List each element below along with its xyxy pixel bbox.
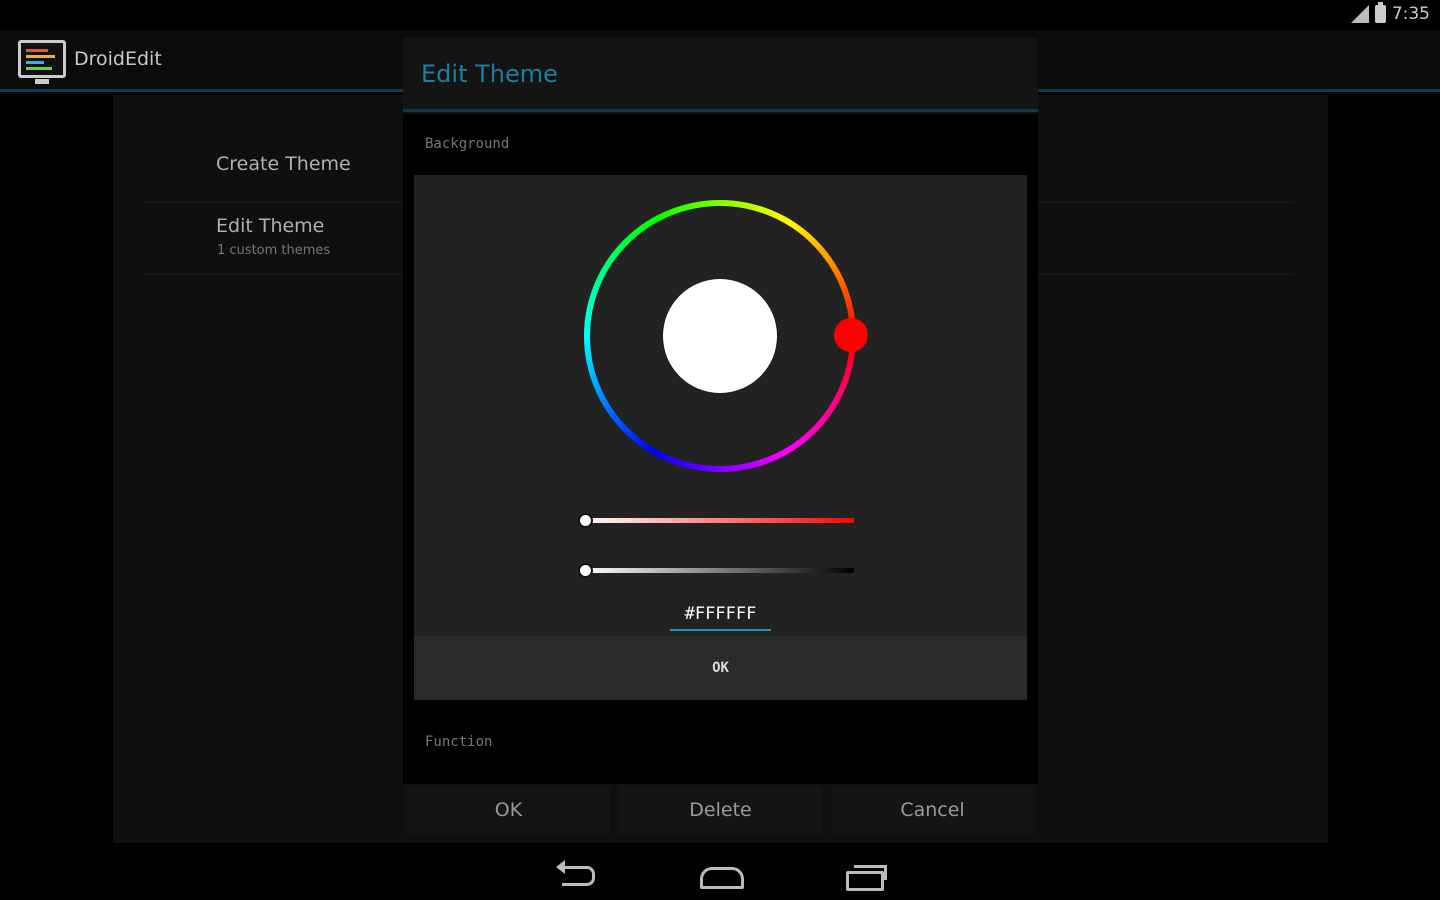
dialog-footer: OK Delete Cancel [403,784,1038,838]
saturation-slider[interactable] [578,513,854,528]
clock: 7:35 [1391,4,1430,24]
function-section-label[interactable]: Function [425,734,492,750]
status-icons: 7:35 [1350,2,1430,24]
hex-color-input[interactable] [670,599,771,631]
dialog-title: Edit Theme [421,60,558,88]
recents-icon[interactable] [844,859,888,891]
signal-icon [1350,5,1369,23]
app-title: DroidEdit [74,48,162,70]
delete-button[interactable]: Delete [619,786,822,834]
selected-color-swatch[interactable] [663,279,777,393]
value-slider-thumb[interactable] [578,563,593,578]
hue-handle[interactable] [834,318,868,352]
dialog-body: Background OK Function [403,114,1038,784]
home-icon[interactable] [698,859,744,889]
saturation-slider-thumb[interactable] [578,513,593,528]
dialog-header: Edit Theme [403,38,1038,112]
background-section-label[interactable]: Background [425,136,509,152]
navigation-bar [0,845,1440,900]
ok-button[interactable]: OK [407,786,610,834]
pref-title: Edit Theme [216,215,325,237]
status-bar: 7:35 [0,0,1440,30]
back-icon[interactable] [556,859,600,889]
value-slider[interactable] [578,563,854,578]
color-ok-button[interactable]: OK [414,636,1027,700]
monitor-icon[interactable] [18,40,66,84]
color-picker: OK [414,175,1027,700]
cancel-button[interactable]: Cancel [831,786,1034,834]
battery-icon [1374,2,1386,23]
edit-theme-dialog: Edit Theme Background OK Function OK Del… [403,38,1038,838]
pref-summary: 1 custom themes [217,243,331,258]
pref-title: Create Theme [216,153,351,175]
